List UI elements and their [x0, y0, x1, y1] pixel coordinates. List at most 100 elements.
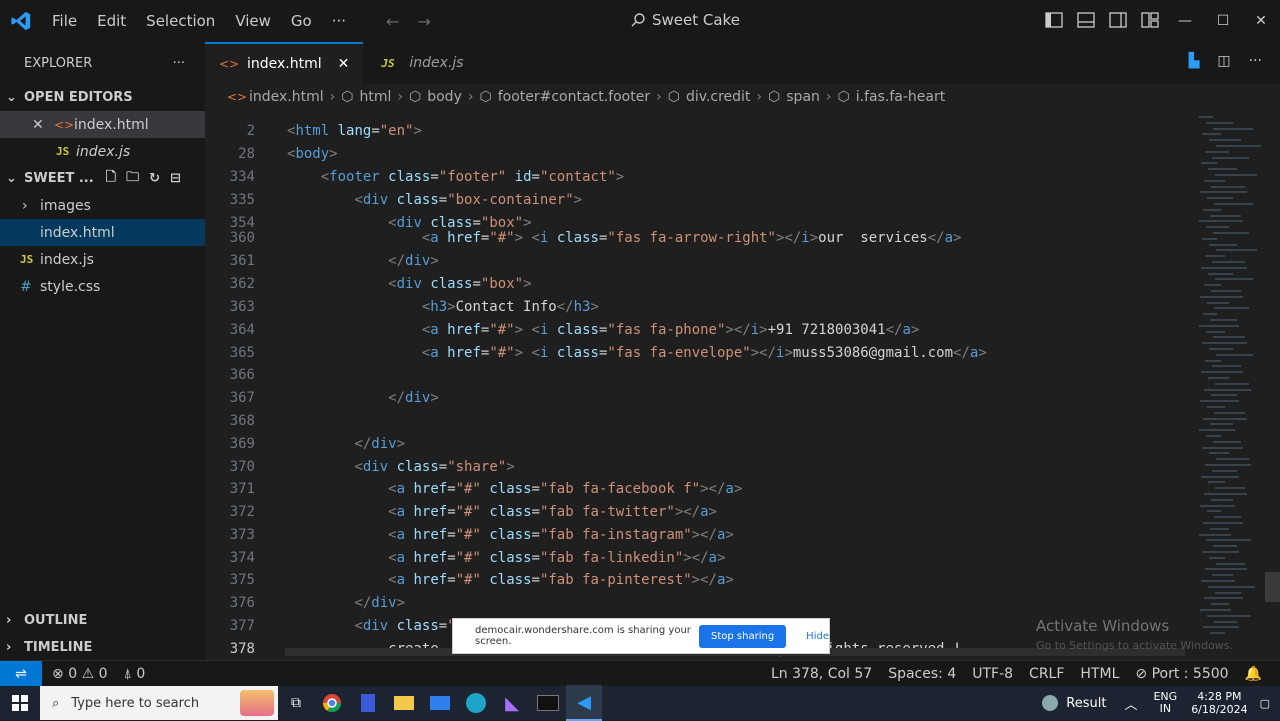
refresh-icon[interactable]: ↻ — [149, 171, 160, 186]
tree-item-file[interactable]: JS index.js — [0, 246, 205, 273]
tree-item-file[interactable]: # style.css — [0, 273, 205, 300]
file-explorer-icon[interactable] — [386, 686, 422, 720]
toggle-panel-icon[interactable] — [1076, 10, 1096, 30]
menu-view[interactable]: View — [225, 12, 281, 30]
clock[interactable]: 4:28 PM 6/18/2024 — [1191, 690, 1247, 716]
breadcrumb-item[interactable]: i.fas.fa-heart — [856, 89, 945, 105]
menu-edit[interactable]: Edit — [87, 12, 136, 30]
code-line[interactable]: 362 <div class="box"> — [205, 273, 1195, 295]
search-placeholder: Type here to search — [71, 695, 200, 711]
language-indicator[interactable]: ENG IN — [1153, 691, 1177, 715]
task-view-icon[interactable]: ⧉ — [278, 686, 314, 720]
code-line[interactable]: 372 <a href="#" class="fab fa-twitter"><… — [205, 501, 1195, 523]
tab-index-js[interactable]: JS index.js — [363, 42, 477, 84]
problems-indicator[interactable]: ⊗ 0 ⚠ 0 — [44, 666, 116, 682]
windows-start-icon[interactable] — [0, 686, 40, 720]
terminal-icon[interactable] — [530, 686, 566, 720]
menu-selection[interactable]: Selection — [136, 12, 225, 30]
more-actions-icon[interactable]: ··· — [173, 56, 185, 71]
timeline-section[interactable]: › TIMELINE — [0, 634, 205, 661]
chevron-up-icon[interactable]: ︿ — [1124, 694, 1137, 713]
cursor-position[interactable]: Ln 378, Col 57 — [763, 666, 880, 682]
edge-icon[interactable] — [458, 686, 494, 720]
close-window-icon[interactable]: ✕ — [1242, 13, 1280, 29]
hide-button[interactable]: Hide — [806, 631, 829, 642]
menu-more[interactable]: ··· — [322, 12, 356, 30]
code-line[interactable]: 363 <h3>Contact Info</h3> — [205, 296, 1195, 318]
code-line[interactable]: 374 <a href="#" class="fab fa-linkedin">… — [205, 547, 1195, 569]
code-line[interactable]: 360 <a href="#"> <i class="fas fa-arrow-… — [205, 227, 1195, 249]
breadcrumb-item[interactable]: html — [360, 89, 392, 105]
folder-section[interactable]: ⌄ SWEET ... 🗋 🗀 ↻ ⊟ — [0, 165, 205, 192]
code-line[interactable]: 371 <a href="#" class="fab fa-facebook f… — [205, 478, 1195, 500]
toggle-primary-sidebar-icon[interactable] — [1044, 10, 1064, 30]
open-preview-icon[interactable]: ▙ — [1189, 53, 1200, 69]
app-icon[interactable] — [350, 686, 386, 720]
breadcrumb-item[interactable]: body — [427, 89, 462, 105]
new-file-icon[interactable]: 🗋 — [106, 168, 116, 190]
code-line[interactable]: 361 </div> — [205, 250, 1195, 272]
code-line[interactable]: 365 <a href="#"> <i class="fas fa-envelo… — [205, 342, 1195, 364]
vertical-scrollbar[interactable] — [1265, 572, 1280, 602]
indentation[interactable]: Spaces: 4 — [880, 666, 964, 682]
code-line[interactable]: 334 <footer class="footer" id="contact"> — [205, 166, 1195, 188]
code-line[interactable]: 28 <body> — [205, 143, 1195, 165]
result-label[interactable]: Result — [1066, 696, 1106, 711]
tab-index-html[interactable]: <> index.html ✕ — [205, 42, 364, 84]
customize-layout-icon[interactable] — [1140, 10, 1160, 30]
bell-icon[interactable]: 🔔 — [1237, 666, 1280, 682]
open-editor-item[interactable]: ✕ <> index.html — [0, 111, 205, 138]
breadcrumb-item[interactable]: span — [786, 89, 820, 105]
code-line[interactable]: 366 — [205, 364, 1195, 386]
minimize-icon[interactable]: — — [1166, 13, 1204, 29]
close-icon[interactable]: ✕ — [32, 117, 50, 133]
open-editor-item[interactable]: JS index.js — [0, 138, 205, 165]
back-arrow-icon[interactable]: ← — [386, 12, 399, 31]
maximize-icon[interactable]: ☐ — [1204, 13, 1242, 29]
more-actions-icon[interactable]: ··· — [1249, 53, 1262, 69]
command-center[interactable]: Sweet Cake — [630, 11, 740, 29]
ports-indicator[interactable]: ⍋ 0 — [116, 666, 154, 682]
code-line[interactable]: 373 <a href="#" class="fab fa-instagram"… — [205, 524, 1195, 546]
vscode-taskbar-icon[interactable]: ◀ — [566, 685, 602, 721]
code-editor[interactable]: 2 <html lang="en"> 28 <body> 334 <footer cla… — [205, 110, 1195, 660]
toggle-secondary-sidebar-icon[interactable] — [1108, 10, 1128, 30]
close-tab-icon[interactable]: ✕ — [338, 56, 350, 72]
chevron-right-icon: › — [656, 89, 662, 105]
stop-sharing-button[interactable]: Stop sharing — [699, 624, 787, 648]
html-file-icon: <> — [227, 90, 248, 104]
visual-studio-icon[interactable]: ◣ — [494, 686, 530, 720]
taskbar-search[interactable]: ⌕ Type here to search — [40, 686, 278, 720]
code-line[interactable]: 368 — [205, 410, 1195, 432]
breadcrumb-item[interactable]: index.html — [249, 89, 324, 105]
menu-go[interactable]: Go — [281, 12, 322, 30]
code-line[interactable]: 367 </div> — [205, 387, 1195, 409]
code-line[interactable]: 370 <div class="share"> — [205, 456, 1195, 478]
menu-file[interactable]: File — [42, 12, 87, 30]
encoding[interactable]: UTF-8 — [964, 666, 1021, 682]
code-line[interactable]: 335 <div class="box-container"> — [205, 189, 1195, 211]
code-line[interactable]: 369 </div> — [205, 433, 1195, 455]
mail-icon[interactable] — [422, 686, 458, 720]
forward-arrow-icon[interactable]: → — [417, 12, 430, 31]
live-server-port[interactable]: ⊘ Port : 5500 — [1127, 666, 1236, 682]
language-mode[interactable]: HTML — [1072, 666, 1127, 682]
code-line[interactable]: 376 </div> — [205, 592, 1195, 614]
minimap[interactable] — [1195, 110, 1265, 660]
tree-item-file[interactable]: index.html — [0, 219, 205, 246]
new-folder-icon[interactable]: 🗀 — [126, 168, 139, 190]
outline-section[interactable]: › OUTLINE — [0, 607, 205, 634]
tree-item-folder[interactable]: › images — [0, 192, 205, 219]
collapse-all-icon[interactable]: ⊟ — [170, 171, 181, 186]
open-editors-section[interactable]: ⌄ OPEN EDITORS — [0, 84, 205, 111]
breadcrumb-item[interactable]: div.credit — [686, 89, 750, 105]
chrome-icon[interactable] — [314, 686, 350, 720]
notification-icon[interactable]: ▢ — [1260, 697, 1270, 710]
split-editor-icon[interactable]: ◫ — [1217, 53, 1230, 69]
breadcrumb-item[interactable]: footer#contact.footer — [498, 89, 650, 105]
code-line[interactable]: 375 <a href="#" class="fab fa-pinterest"… — [205, 569, 1195, 591]
code-line[interactable]: 364 <a href="#"> <i class="fas fa-phone"… — [205, 319, 1195, 341]
remote-icon[interactable]: ⇌ — [0, 661, 42, 687]
code-line[interactable]: 2 <html lang="en"> — [205, 120, 1195, 142]
line-ending[interactable]: CRLF — [1021, 666, 1072, 682]
